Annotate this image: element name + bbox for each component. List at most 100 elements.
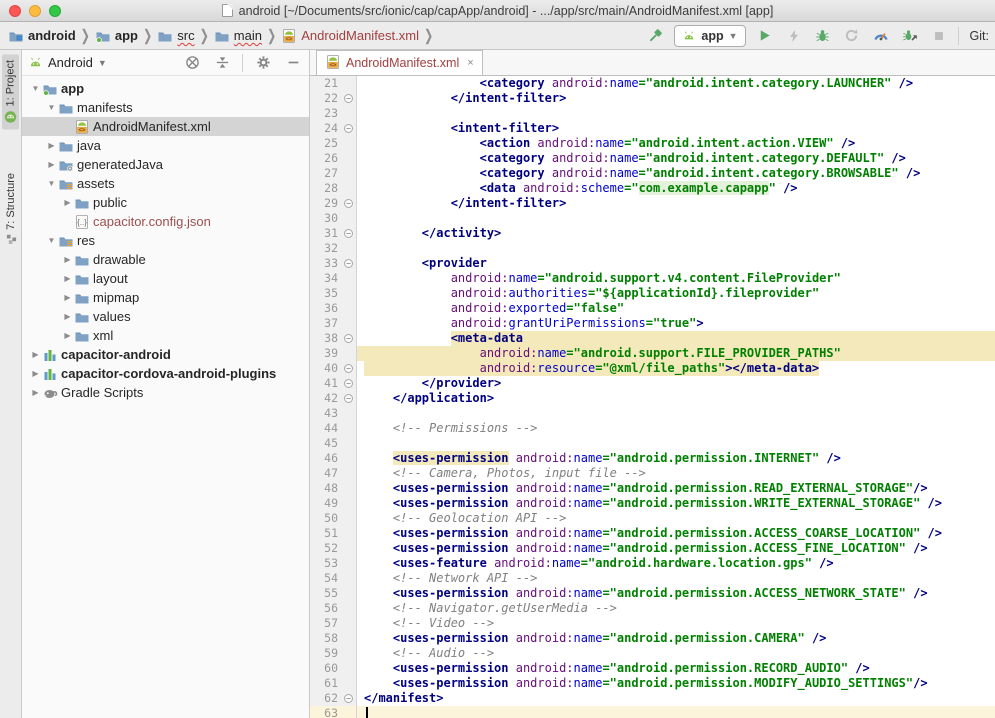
code-line[interactable]: 22− </intent-filter> (310, 91, 995, 106)
code-line[interactable]: 46 <uses-permission android:name="androi… (310, 451, 995, 466)
fold-marker-icon[interactable]: − (344, 379, 353, 388)
code-line[interactable]: 53 <uses-feature android:name="android.h… (310, 556, 995, 571)
locate-file-icon[interactable] (182, 53, 202, 73)
tree-expand-arrow[interactable]: ▶ (62, 198, 73, 207)
code-line[interactable]: 52 <uses-permission android:name="androi… (310, 541, 995, 556)
fold-marker-icon[interactable]: − (344, 94, 353, 103)
apply-changes-icon[interactable] (784, 26, 804, 46)
code-line[interactable]: 35 android:authorities="${applicationId}… (310, 286, 995, 301)
tree-expand-arrow[interactable]: ▶ (62, 255, 73, 264)
fold-marker-icon[interactable]: − (344, 199, 353, 208)
code-line[interactable]: 60 <uses-permission android:name="androi… (310, 661, 995, 676)
collapse-all-icon[interactable] (212, 53, 232, 73)
tree-item[interactable]: {..}capacitor.config.json (22, 212, 309, 231)
code-line[interactable]: 37 android:grantUriPermissions="true"> (310, 316, 995, 331)
stop-button[interactable] (929, 26, 949, 46)
fold-marker-icon[interactable]: − (344, 229, 353, 238)
tree-expand-arrow[interactable]: ▶ (62, 312, 73, 321)
debug-button[interactable] (813, 26, 833, 46)
close-tab-icon[interactable]: × (467, 57, 473, 69)
tree-item[interactable]: ▶public (22, 193, 309, 212)
code-line[interactable]: 28 <data android:scheme="com.example.cap… (310, 181, 995, 196)
tree-expand-arrow[interactable]: ▼ (46, 179, 57, 188)
breadcrumb-item[interactable]: src (155, 27, 196, 45)
code-line[interactable]: 48 <uses-permission android:name="androi… (310, 481, 995, 496)
zoom-window-button[interactable] (49, 5, 61, 17)
fold-marker-icon[interactable]: − (344, 394, 353, 403)
breadcrumb-item[interactable]: main (212, 27, 264, 45)
code-line[interactable]: 27 <category android:name="android.inten… (310, 166, 995, 181)
tree-item[interactable]: ▼res (22, 231, 309, 250)
project-view-selector[interactable]: Android (48, 55, 93, 70)
code-line[interactable]: 29− </intent-filter> (310, 196, 995, 211)
code-line[interactable]: 45 (310, 436, 995, 451)
tree-item[interactable]: ▶xml (22, 326, 309, 345)
code-line[interactable]: 40− android:resource="@xml/file_paths"><… (310, 361, 995, 376)
tree-expand-arrow[interactable]: ▶ (62, 293, 73, 302)
code-line[interactable]: 50 <!-- Geolocation API --> (310, 511, 995, 526)
code-line[interactable]: 54 <!-- Network API --> (310, 571, 995, 586)
code-line[interactable]: 58 <uses-permission android:name="androi… (310, 631, 995, 646)
tree-expand-arrow[interactable]: ▶ (62, 331, 73, 340)
code-line[interactable]: 23 (310, 106, 995, 121)
fold-marker-icon[interactable]: − (344, 694, 353, 703)
run-button[interactable] (755, 26, 775, 46)
breadcrumb-item[interactable]: app (93, 27, 140, 45)
close-window-button[interactable] (9, 5, 21, 17)
tree-item[interactable]: ▶capacitor-cordova-android-plugins (22, 364, 309, 383)
tree-item[interactable]: ▼assets (22, 174, 309, 193)
build-hammer-icon[interactable] (645, 26, 665, 46)
tree-item[interactable]: ▶capacitor-android (22, 345, 309, 364)
code-line[interactable]: 49 <uses-permission android:name="androi… (310, 496, 995, 511)
code-line[interactable]: 43 (310, 406, 995, 421)
tree-item[interactable]: <>AndroidManifest.xml (22, 117, 309, 136)
attach-debugger-icon[interactable] (900, 26, 920, 46)
code-line[interactable]: 36 android:exported="false" (310, 301, 995, 316)
tree-item[interactable]: ▶values (22, 307, 309, 326)
profile-icon[interactable] (842, 26, 862, 46)
tree-expand-arrow[interactable]: ▶ (46, 160, 57, 169)
code-line[interactable]: 42− </application> (310, 391, 995, 406)
tree-item[interactable]: ▶layout (22, 269, 309, 288)
code-line[interactable]: 39 android:name="android.support.FILE_PR… (310, 346, 995, 361)
tree-item[interactable]: ▼app (22, 79, 309, 98)
code-editor[interactable]: 21 <category android:name="android.inten… (310, 76, 995, 718)
tree-item[interactable]: ▶Gradle Scripts (22, 383, 309, 402)
breadcrumb-item[interactable]: <>AndroidManifest.xml (279, 27, 421, 45)
code-line[interactable]: 26 <category android:name="android.inten… (310, 151, 995, 166)
code-line[interactable]: 30 (310, 211, 995, 226)
code-line[interactable]: 56 <!-- Navigator.getUserMedia --> (310, 601, 995, 616)
tab-androidmanifest[interactable]: <> AndroidManifest.xml × (316, 50, 483, 75)
code-line[interactable]: 32 (310, 241, 995, 256)
tree-expand-arrow[interactable]: ▶ (46, 141, 57, 150)
tree-item[interactable]: ▶drawable (22, 250, 309, 269)
code-line[interactable]: 59 <!-- Audio --> (310, 646, 995, 661)
minimize-window-button[interactable] (29, 5, 41, 17)
tree-item[interactable]: ▶generatedJava (22, 155, 309, 174)
code-line[interactable]: 63 (310, 706, 995, 718)
code-line[interactable]: 38− <meta-data (310, 331, 995, 346)
tree-expand-arrow[interactable]: ▶ (30, 350, 41, 359)
tool-window-structure-button[interactable]: 7: Structure (3, 167, 19, 251)
code-line[interactable]: 57 <!-- Video --> (310, 616, 995, 631)
fold-marker-icon[interactable]: − (344, 124, 353, 133)
tree-expand-arrow[interactable]: ▶ (62, 274, 73, 283)
tree-expand-arrow[interactable]: ▼ (30, 84, 41, 93)
code-line[interactable]: 44 <!-- Permissions --> (310, 421, 995, 436)
fold-marker-icon[interactable]: − (344, 334, 353, 343)
breadcrumb-item[interactable]: android (6, 27, 78, 45)
fold-marker-icon[interactable]: − (344, 259, 353, 268)
fold-marker-icon[interactable]: − (344, 364, 353, 373)
profiler-gauge-icon[interactable] (871, 26, 891, 46)
code-line[interactable]: 62−</manifest> (310, 691, 995, 706)
code-line[interactable]: 51 <uses-permission android:name="androi… (310, 526, 995, 541)
tree-expand-arrow[interactable]: ▶ (30, 369, 41, 378)
code-line[interactable]: 24− <intent-filter> (310, 121, 995, 136)
tool-window-project-button[interactable]: 1: Project (2, 54, 19, 129)
tree-item[interactable]: ▶mipmap (22, 288, 309, 307)
code-line[interactable]: 34 android:name="android.support.v4.cont… (310, 271, 995, 286)
code-line[interactable]: 47 <!-- Camera, Photos, input file --> (310, 466, 995, 481)
code-line[interactable]: 21 <category android:name="android.inten… (310, 76, 995, 91)
gear-icon[interactable] (253, 53, 273, 73)
code-line[interactable]: 33− <provider (310, 256, 995, 271)
